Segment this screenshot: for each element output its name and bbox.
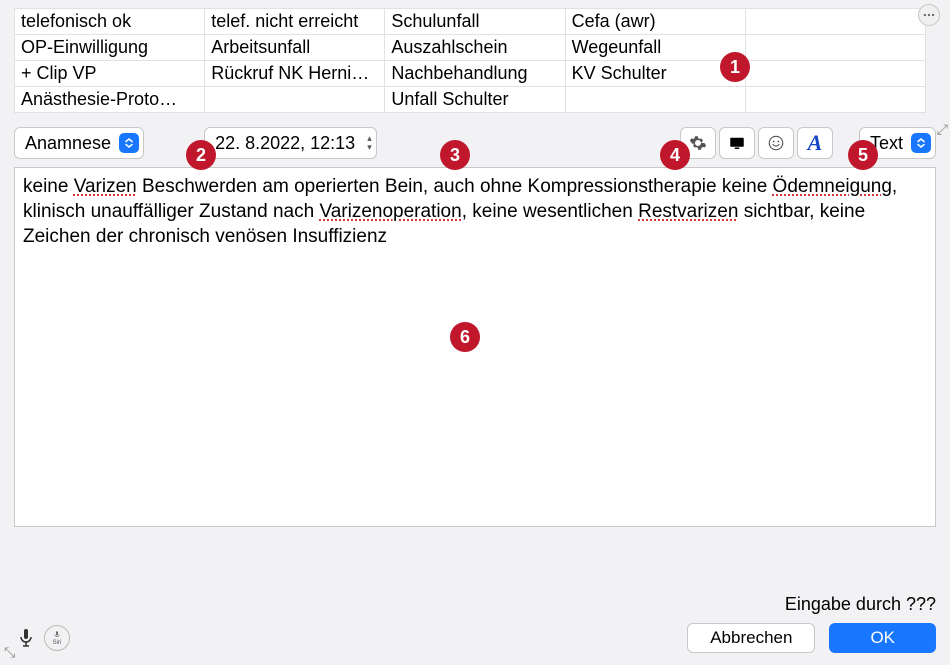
spell-error-word: Restvarizen [638, 201, 738, 222]
quickgrid-cell [745, 87, 925, 113]
format-select-value: Text [870, 133, 903, 154]
quick-entry-grid-wrap: telefonisch oktelef. nicht erreichtSchul… [14, 8, 936, 113]
emoji-button[interactable] [758, 127, 794, 159]
quickgrid-cell[interactable]: Schulunfall [385, 9, 565, 35]
ellipsis-icon [922, 8, 936, 22]
quickgrid-cell[interactable]: Rückruf NK Herni… [205, 61, 385, 87]
chevron-down-icon: ▾ [367, 143, 372, 152]
quickgrid-cell[interactable]: Wegeunfall [565, 35, 745, 61]
note-editor[interactable]: keine Varizen Beschwerden am operierten … [14, 167, 936, 527]
font-button[interactable]: A [797, 127, 833, 159]
quickgrid-cell [745, 61, 925, 87]
editor-text: , keine wesentlichen [462, 201, 638, 222]
quick-entry-grid: telefonisch oktelef. nicht erreichtSchul… [14, 8, 926, 113]
quickgrid-cell[interactable]: Arbeitsunfall [205, 35, 385, 61]
quickgrid-cell[interactable]: telefonisch ok [15, 9, 205, 35]
category-select-value: Anamnese [25, 133, 111, 154]
format-select[interactable]: Text [859, 127, 936, 159]
dictation-button[interactable] [14, 626, 38, 650]
quickgrid-cell[interactable]: OP-Einwilligung [15, 35, 205, 61]
quickgrid-cell[interactable]: Cefa (awr) [565, 9, 745, 35]
monitor-icon [728, 134, 746, 152]
microphone-icon [14, 626, 38, 650]
datetime-stepper[interactable]: ▴ ▾ [367, 134, 372, 152]
quickgrid-cell [205, 87, 385, 113]
smile-icon [767, 134, 785, 152]
ok-button[interactable]: OK [829, 623, 936, 653]
siri-label: Siri [53, 640, 62, 646]
resize-handle-icon[interactable]: ⤡ [4, 644, 15, 661]
settings-button[interactable] [680, 127, 716, 159]
chevron-updown-icon [911, 133, 931, 153]
datetime-value: 22. 8.2022, 12:13 [215, 133, 355, 154]
quickgrid-cell [745, 9, 925, 35]
spell-error-word: Varizenoperation [319, 201, 461, 222]
quickgrid-cell[interactable]: Unfall Schulter [385, 87, 565, 113]
category-select[interactable]: Anamnese [14, 127, 144, 159]
quickgrid-cell [565, 87, 745, 113]
quickgrid-cell[interactable]: Auszahlschein [385, 35, 565, 61]
editor-text: Beschwerden am operierten Bein, auch ohn… [137, 176, 773, 197]
quickgrid-cell[interactable]: Nachbehandlung [385, 61, 565, 87]
datetime-field[interactable]: 22. 8.2022, 12:13 ▴ ▾ [204, 127, 377, 159]
quickgrid-more-button[interactable] [918, 4, 940, 26]
toolbar: Anamnese 22. 8.2022, 12:13 ▴ ▾ [14, 127, 936, 159]
quickgrid-cell [745, 35, 925, 61]
quickgrid-cell[interactable]: Anästhesie-Proto… [15, 87, 205, 113]
cancel-button-label: Abbrechen [710, 628, 792, 648]
author-line: Eingabe durch ??? [14, 594, 936, 615]
siri-button[interactable]: Siri [44, 625, 70, 651]
spell-error-word: Varizen [74, 176, 137, 197]
expand-icon[interactable]: ⤢ [937, 121, 948, 138]
gear-icon [689, 134, 707, 152]
chevron-updown-icon [119, 133, 139, 153]
ok-button-label: OK [870, 628, 895, 648]
display-button[interactable] [719, 127, 755, 159]
microphone-icon [52, 630, 62, 640]
cancel-button[interactable]: Abbrechen [687, 623, 815, 653]
footer: Eingabe durch ??? Siri [14, 594, 936, 653]
editor-text: keine [23, 176, 74, 197]
spell-error-word: Ödemneigung [773, 176, 892, 197]
quickgrid-cell[interactable]: + Clip VP [15, 61, 205, 87]
quickgrid-cell[interactable]: KV Schulter [565, 61, 745, 87]
quickgrid-cell[interactable]: telef. nicht erreicht [205, 9, 385, 35]
